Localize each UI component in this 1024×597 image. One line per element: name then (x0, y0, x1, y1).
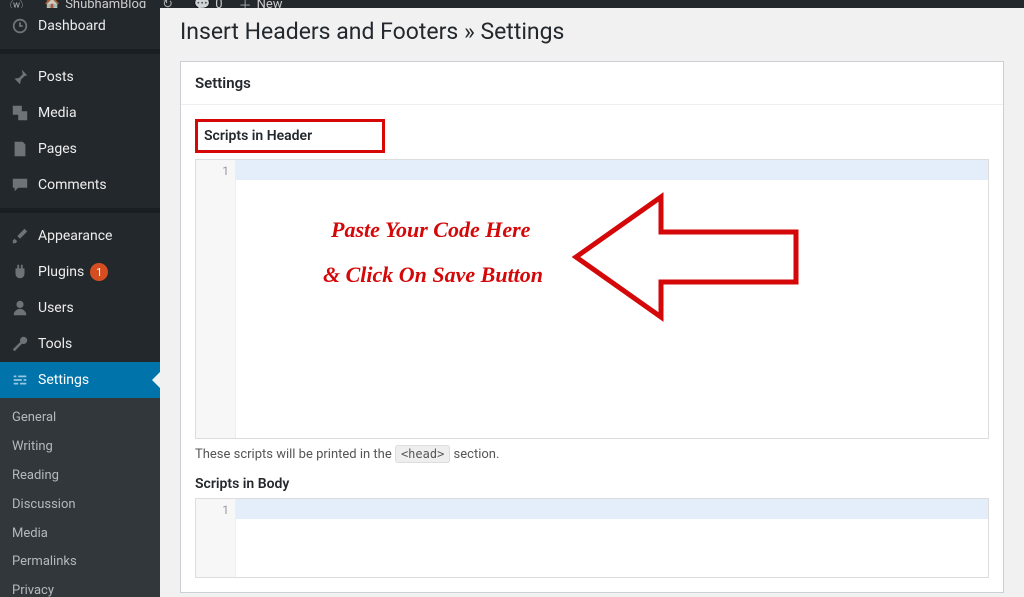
sidebar-item-label: Users (38, 300, 74, 316)
toolbar-new[interactable]: ＋New (239, 0, 283, 8)
submenu-permalinks[interactable]: Permalinks (0, 548, 160, 577)
submenu-reading[interactable]: Reading (0, 462, 160, 491)
toolbar-updates[interactable]: ↻ (162, 0, 178, 8)
plugins-update-badge: 1 (90, 263, 108, 281)
sidebar-item-pages[interactable]: Pages (0, 131, 160, 167)
sidebar-item-settings[interactable]: Settings (0, 362, 160, 398)
sidebar-item-label: Plugins (38, 264, 84, 280)
sidebar-item-label: Appearance (38, 228, 112, 244)
sidebar-item-label: Media (38, 105, 77, 121)
plugin-icon (10, 262, 30, 282)
menu-separator (0, 208, 160, 213)
submenu-media[interactable]: Media (0, 520, 160, 549)
toolbar-comments[interactable]: 💬0 (194, 0, 223, 8)
submenu-privacy[interactable]: Privacy (0, 577, 160, 597)
submenu-general[interactable]: General (0, 404, 160, 433)
submenu-writing[interactable]: Writing (0, 433, 160, 462)
submenu-discussion[interactable]: Discussion (0, 491, 160, 520)
editor-first-line (236, 160, 988, 180)
sidebar-item-users[interactable]: Users (0, 290, 160, 326)
comment-icon (10, 175, 30, 195)
main-content: Insert Headers and Footers » Settings Se… (160, 8, 1024, 597)
editor-gutter: 1 (196, 160, 236, 438)
menu-separator (0, 49, 160, 54)
sidebar-item-label: Posts (38, 69, 74, 85)
sidebar-item-media[interactable]: Media (0, 95, 160, 131)
body-code-editor[interactable]: 1 (195, 498, 989, 578)
settings-submenu: General Writing Reading Discussion Media… (0, 398, 160, 597)
editor-first-line (236, 499, 988, 519)
sidebar-item-label: Dashboard (38, 18, 106, 34)
sidebar-item-plugins[interactable]: Plugins 1 (0, 254, 160, 290)
sidebar-item-posts[interactable]: Posts (0, 59, 160, 95)
sidebar-item-label: Pages (38, 141, 77, 157)
editor-gutter: 1 (196, 499, 236, 577)
sidebar-item-dashboard[interactable]: Dashboard (0, 8, 160, 44)
admin-toolbar: ⓦ 🏠ShubhamBlog ↻ 💬0 ＋New (0, 0, 1024, 8)
page-title: Insert Headers and Footers » Settings (180, 18, 1004, 45)
dashboard-icon (10, 16, 30, 36)
toolbar-site-name[interactable]: 🏠ShubhamBlog (44, 0, 146, 8)
settings-panel: Settings Scripts in Header 1 These scrip… (180, 61, 1004, 593)
media-icon (10, 103, 30, 123)
admin-sidebar: Dashboard Posts Media Pages Comments App… (0, 8, 160, 597)
wrench-icon (10, 334, 30, 354)
sliders-icon (10, 370, 30, 390)
toolbar-wp-logo[interactable]: ⓦ (10, 0, 28, 8)
user-icon (10, 298, 30, 318)
header-help-text: These scripts will be printed in the <he… (195, 447, 989, 462)
sidebar-item-label: Comments (38, 177, 107, 193)
brush-icon (10, 226, 30, 246)
sidebar-item-comments[interactable]: Comments (0, 167, 160, 203)
head-tag-code: <head> (395, 445, 450, 463)
sidebar-item-label: Tools (38, 336, 72, 352)
scripts-body-label: Scripts in Body (195, 476, 989, 492)
panel-heading: Settings (181, 62, 1003, 105)
page-icon (10, 139, 30, 159)
pin-icon (10, 67, 30, 87)
sidebar-item-label: Settings (38, 372, 89, 388)
sidebar-item-appearance[interactable]: Appearance (0, 218, 160, 254)
header-code-editor[interactable]: 1 (195, 159, 989, 439)
scripts-header-label: Scripts in Header (195, 119, 385, 153)
sidebar-item-tools[interactable]: Tools (0, 326, 160, 362)
